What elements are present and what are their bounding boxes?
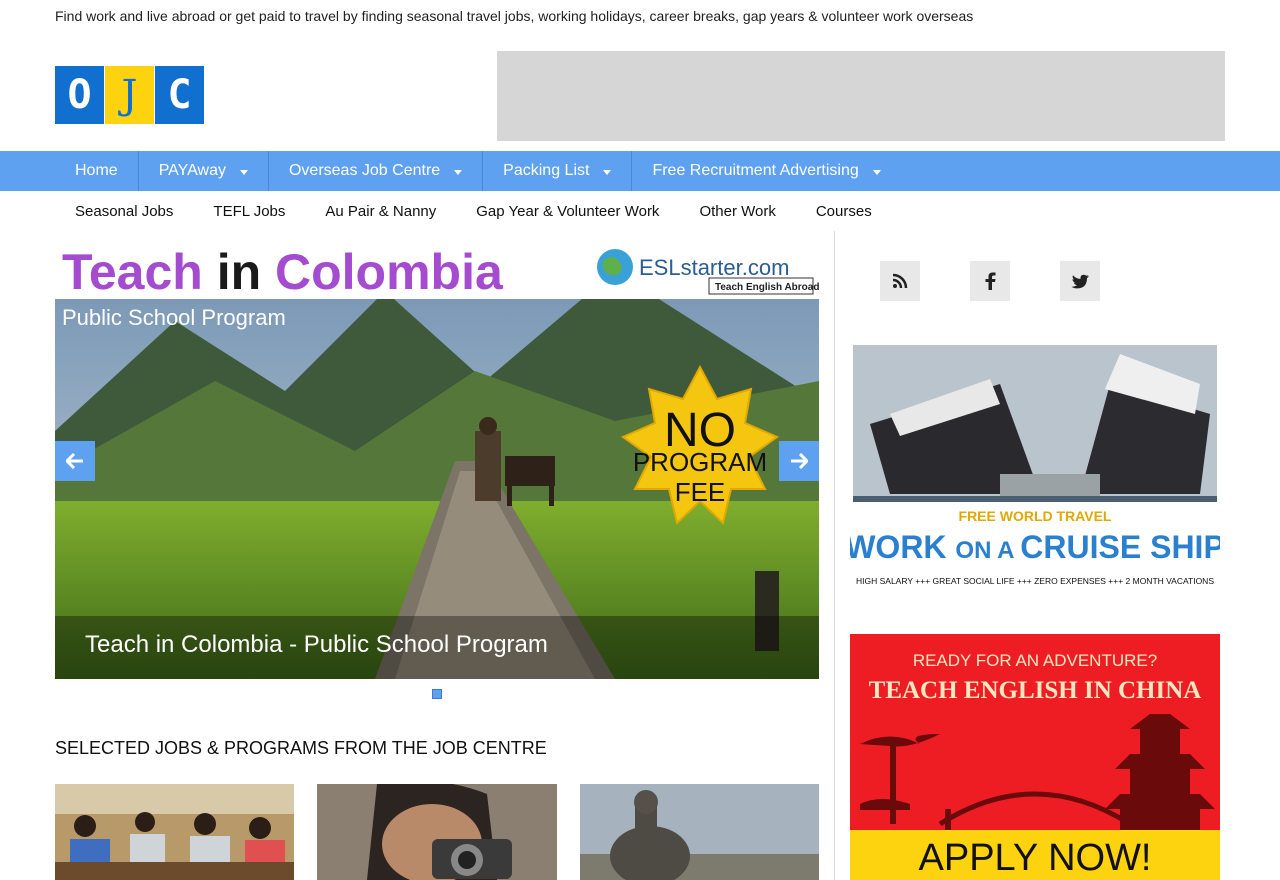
nav-overseas-job-centre[interactable]: Overseas Job Centre [269,151,484,191]
subnav-seasonal-jobs[interactable]: Seasonal Jobs [55,191,193,231]
facebook-icon [985,272,996,290]
caret-down-icon [872,169,881,175]
logo-letter-j: J [105,66,154,124]
logo-letter-o: O [55,66,104,124]
nav-payaway-label: PAYAway [158,162,226,179]
slider-pager-dot[interactable] [432,689,442,699]
arrow-left-icon [66,453,83,469]
slide-brand-tag: Teach English Abroad [715,282,819,293]
svg-text:PROGRAM: PROGRAM [633,447,767,477]
slide-banner-title: Teach in Colombia [62,244,504,300]
caret-down-icon [603,169,612,175]
twitter-button[interactable] [1060,261,1100,301]
china-ad-line2: TEACH ENGLISH IN CHINA [869,677,1202,704]
subnav-gap-year-volunteer[interactable]: Gap Year & Volunteer Work [456,191,679,231]
nav-overseas-job-centre-label: Overseas Job Centre [288,162,441,179]
site-tagline: Find work and live abroad or get paid to… [55,8,974,24]
nav-payaway[interactable]: PAYAway [139,151,269,191]
cruise-ship-ad[interactable]: FREE WORLD TRAVEL WORK ON A CRUISE SHIP … [850,344,1220,594]
job-thumb-photographer[interactable] [317,784,557,880]
slider-next-button[interactable] [779,441,819,481]
subnav-courses[interactable]: Courses [796,191,892,231]
header-ad-placeholder[interactable] [497,51,1225,141]
rss-icon [892,273,908,289]
nav-packing-list[interactable]: Packing List [483,151,633,191]
teach-china-ad[interactable]: READY FOR AN ADVENTURE? TEACH ENGLISH IN… [850,634,1220,880]
secondary-navigation: Seasonal Jobs TEFL Jobs Au Pair & Nanny … [55,191,892,231]
twitter-icon [1071,274,1089,288]
nav-home-label: Home [75,162,118,179]
subnav-au-pair-nanny[interactable]: Au Pair & Nanny [305,191,456,231]
nav-free-recruitment-advertising[interactable]: Free Recruitment Advertising [632,151,900,191]
section-title: SELECTED JOBS & PROGRAMS FROM THE JOB CE… [55,738,547,758]
teach-china-ad-image: READY FOR AN ADVENTURE? TEACH ENGLISH IN… [850,634,1220,880]
china-ad-cta: APPLY NOW! [919,837,1152,879]
caret-down-icon [454,169,463,175]
photographer-image [317,784,557,880]
slider-prev-button[interactable] [55,441,95,481]
column-divider [834,231,835,880]
site-logo[interactable]: O J C [55,66,204,124]
nav-home[interactable]: Home [55,151,139,191]
slide-banner-subtitle: Public School Program [62,305,286,330]
slide-brand-name: ESLstarter.com [639,255,789,280]
job-thumb-wildlife[interactable] [580,784,819,880]
cruise-ad-headline: WORK ON A CRUISE SHIP [850,529,1220,565]
job-thumb-classroom[interactable] [55,784,294,880]
facebook-button[interactable] [970,261,1010,301]
slide-image-teach-in-colombia[interactable]: Teach in Colombia ESLstarter.com Teach E… [55,231,819,679]
main-navigation: Home PAYAway Overseas Job Centre Packing… [0,151,1280,191]
cruise-ad-line3: HIGH SALARY +++ GREAT SOCIAL LIFE +++ ZE… [856,576,1214,586]
subnav-tefl-jobs[interactable]: TEFL Jobs [193,191,305,231]
nav-packing-list-label: Packing List [503,162,590,179]
cruise-ship-ad-image: FREE WORLD TRAVEL WORK ON A CRUISE SHIP … [850,344,1220,594]
china-ad-line1: READY FOR AN ADVENTURE? [913,651,1157,670]
subnav-other-work[interactable]: Other Work [679,191,795,231]
arrow-right-icon [791,453,808,469]
caret-down-icon [239,169,248,175]
rss-button[interactable] [880,261,920,301]
cruise-ad-line1: FREE WORLD TRAVEL [959,508,1112,524]
classroom-image [55,784,294,880]
featured-slider[interactable]: Teach in Colombia ESLstarter.com Teach E… [55,231,819,679]
svg-text:FEE: FEE [675,477,726,507]
logo-letter-c: C [155,66,204,124]
nav-free-recruitment-advertising-label: Free Recruitment Advertising [652,162,859,179]
wildlife-image [580,784,819,880]
slide-caption[interactable]: Teach in Colombia - Public School Progra… [85,631,548,659]
